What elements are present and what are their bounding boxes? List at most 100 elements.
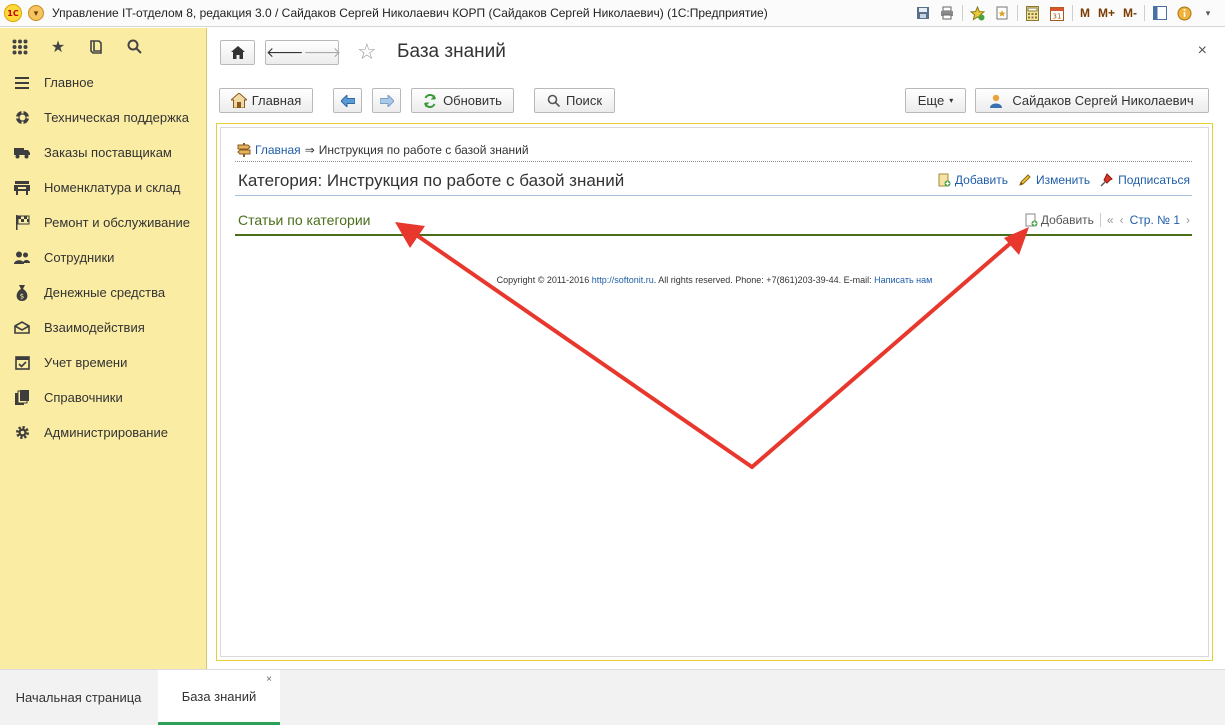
open-windows-bar: Начальная страница База знаний ×	[0, 669, 1225, 725]
breadcrumb-separator: ⇒	[304, 143, 315, 157]
add-article-link[interactable]: Добавить	[1024, 213, 1094, 227]
section-actions: Добавить « ‹ Стр. № 1 ›	[1024, 213, 1190, 227]
sidebar-item-label: Справочники	[44, 390, 123, 405]
warehouse-icon	[13, 179, 31, 197]
chevron-down-icon: ▾	[949, 96, 954, 105]
pager-next[interactable]: ›	[1186, 213, 1190, 227]
category-actions: Добавить Изменить Подписаться	[937, 173, 1190, 187]
forward-arrow-icon[interactable]: 🡒	[304, 44, 342, 61]
search-button[interactable]: Поиск	[534, 88, 615, 113]
sidebar-item-support[interactable]: Техническая поддержка	[0, 100, 206, 135]
print-icon[interactable]	[938, 4, 956, 22]
html-document: Главная ⇒ Инструкция по работе с базой з…	[220, 127, 1209, 657]
sidebar-item-label: Денежные средства	[44, 285, 166, 300]
toolbar-separator	[1144, 5, 1145, 21]
pager-prev[interactable]: ‹	[1120, 213, 1124, 227]
main-menu-icon[interactable]: ▾	[28, 5, 44, 21]
sidebar-item-repair[interactable]: Ремонт и обслуживание	[0, 205, 206, 240]
sidebar-item-main[interactable]: Главное	[0, 65, 206, 100]
sidebar-item-label: Учет времени	[44, 355, 128, 370]
tab-label: Начальная страница	[15, 690, 142, 705]
memory-m-button[interactable]: M	[1079, 6, 1091, 20]
memory-plus-button[interactable]: M+	[1097, 6, 1116, 20]
window-title: Управление IT-отделом 8, редакция 3.0 / …	[52, 6, 768, 20]
sidebar-item-interactions[interactable]: Взаимодействия	[0, 310, 206, 345]
search-icon[interactable]	[124, 37, 144, 57]
add-document-icon	[937, 173, 951, 187]
apps-grid-icon[interactable]	[10, 37, 30, 57]
divider	[235, 161, 1192, 162]
back-button[interactable]	[333, 88, 362, 113]
checkered-flag-icon	[13, 214, 31, 232]
refresh-button[interactable]: Обновить	[411, 88, 514, 113]
star-icon[interactable]: ★	[48, 37, 68, 57]
email-link[interactable]: Написать нам	[874, 275, 932, 285]
home-page-button[interactable]: Главная	[219, 88, 313, 113]
sidebar-item-warehouse[interactable]: Номенклатура и склад	[0, 170, 206, 205]
page-title: База знаний	[397, 41, 506, 62]
gear-icon	[13, 424, 31, 442]
more-button[interactable]: Еще ▾	[905, 88, 966, 113]
breadcrumb-current: Инструкция по работе с базой знаний	[318, 143, 529, 157]
copyright-text: Copyright © 2011-2016	[496, 275, 592, 285]
close-icon[interactable]: ×	[1198, 42, 1207, 60]
sidebar-item-time[interactable]: Учет времени	[0, 345, 206, 380]
current-user-button[interactable]: Сайдаков Сергей Николаевич	[975, 88, 1209, 113]
sidebar-item-money[interactable]: $ Денежные средства	[0, 275, 206, 310]
subscribe-label: Подписаться	[1118, 173, 1190, 187]
sidebar-item-references[interactable]: Справочники	[0, 380, 206, 415]
home-button[interactable]	[220, 40, 255, 65]
html-document-frame: Главная ⇒ Инструкция по работе с базой з…	[216, 123, 1213, 661]
sidebar-item-label: Техническая поддержка	[44, 110, 189, 125]
add-category-link[interactable]: Добавить	[937, 173, 1008, 187]
site-link[interactable]: http://softonit.ru	[592, 275, 654, 285]
sidebar-item-label: Заказы поставщикам	[44, 145, 172, 160]
forward-button[interactable]	[372, 88, 401, 113]
tab-home-page[interactable]: Начальная страница	[0, 670, 157, 725]
sidebar-item-orders[interactable]: Заказы поставщикам	[0, 135, 206, 170]
app-logo[interactable]: 1С	[4, 4, 22, 22]
copyright: Copyright © 2011-2016 http://softonit.ru…	[221, 275, 1208, 285]
close-tab-icon[interactable]: ×	[266, 674, 272, 685]
signpost-icon	[237, 143, 251, 157]
favorite-star-icon[interactable]: ☆	[357, 39, 377, 65]
pin-icon	[1100, 173, 1114, 187]
sidebar-toolbar: ★	[0, 28, 206, 65]
edit-category-link[interactable]: Изменить	[1018, 173, 1090, 187]
subscribe-link[interactable]: Подписаться	[1100, 173, 1190, 187]
truck-icon	[13, 144, 31, 162]
history-icon[interactable]	[86, 37, 106, 57]
money-bag-icon: $	[13, 284, 31, 302]
sidebar-item-employees[interactable]: Сотрудники	[0, 240, 206, 275]
sidebar-item-admin[interactable]: Администрирование	[0, 415, 206, 450]
chevron-down-icon[interactable]: ▾	[1199, 4, 1217, 22]
info-icon[interactable]	[1175, 4, 1193, 22]
sidebar-item-label: Сотрудники	[44, 250, 115, 265]
form-header: 🡐 🡒 ☆ База знаний ×	[208, 28, 1225, 78]
pager-current: Стр. № 1	[1129, 213, 1180, 227]
save-icon[interactable]	[914, 4, 932, 22]
sidebar-item-label: Администрирование	[44, 425, 168, 440]
memory-minus-button[interactable]: M-	[1122, 6, 1138, 20]
lifebuoy-icon	[13, 109, 31, 127]
pager-first[interactable]: «	[1099, 213, 1114, 227]
user-label: Сайдаков Сергей Николаевич	[1012, 93, 1194, 108]
breadcrumb-home-link[interactable]: Главная	[255, 143, 301, 157]
title-toolbar: 31 M M+ M- ▾	[914, 3, 1217, 23]
bookmark-icon[interactable]	[993, 4, 1011, 22]
sidebar-item-label: Ремонт и обслуживание	[44, 215, 190, 230]
tab-knowledge-base[interactable]: База знаний ×	[158, 670, 280, 725]
breadcrumb: Главная ⇒ Инструкция по работе с базой з…	[237, 143, 529, 157]
calendar-icon[interactable]: 31	[1048, 4, 1066, 22]
back-arrow-icon[interactable]: 🡐	[266, 44, 304, 61]
panels-icon[interactable]	[1151, 4, 1169, 22]
calculator-icon[interactable]	[1024, 4, 1042, 22]
sidebar: ★ Главное Техническая поддержка Заказы п…	[0, 28, 207, 669]
toolbar-separator	[1071, 5, 1073, 21]
books-icon	[13, 389, 31, 407]
favorites-icon[interactable]	[969, 4, 987, 22]
window-title-bar: 1С ▾ Управление IT-отделом 8, редакция 3…	[0, 0, 1225, 27]
refresh-icon	[424, 93, 437, 108]
copyright-contacts: . All rights reserved. Phone: +7(861)203…	[653, 275, 875, 285]
sidebar-item-label: Взаимодействия	[44, 320, 145, 335]
